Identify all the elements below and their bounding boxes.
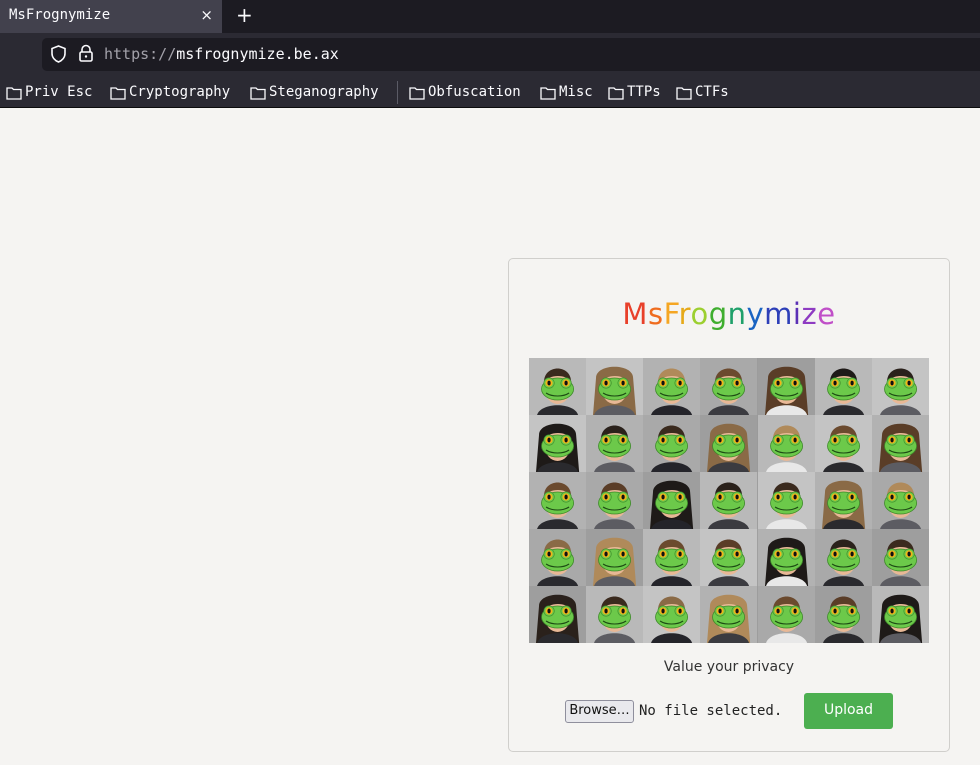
folder-icon	[676, 87, 692, 100]
url-text[interactable]: https://msfrognymize.be.ax	[104, 45, 339, 63]
logo-letter: n	[727, 297, 747, 331]
masked-face-photo	[643, 529, 701, 586]
bookmark-cryptography[interactable]: Cryptography	[110, 83, 230, 103]
bookmarks-separator	[397, 81, 398, 104]
folder-icon	[540, 87, 556, 100]
masked-face-photo	[643, 415, 701, 472]
bookmark-steganography[interactable]: Steganography	[250, 83, 379, 103]
masked-face-photo	[586, 415, 644, 472]
masked-face-photo	[871, 472, 929, 529]
masked-face-photo	[529, 586, 587, 643]
masked-face-photo	[814, 415, 872, 472]
bookmark-label: Obfuscation	[428, 84, 521, 100]
lock-icon[interactable]	[78, 44, 94, 63]
logo-letter: z	[801, 297, 818, 331]
logo-letter: s	[647, 297, 664, 331]
masked-face-photo	[757, 415, 815, 472]
masked-face-photo	[871, 358, 929, 415]
masked-face-photo	[814, 358, 872, 415]
frog-faces-mosaic	[529, 358, 929, 643]
masked-face-photo	[643, 586, 701, 643]
logo-letter: F	[663, 297, 679, 331]
masked-face-photo	[814, 472, 872, 529]
url-bar[interactable]: https://msfrognymize.be.ax	[42, 38, 980, 71]
upload-card: MsFrognymize Value your privacy Browse… …	[508, 258, 950, 752]
browse-button[interactable]: Browse…	[565, 700, 634, 723]
folder-icon	[110, 87, 126, 100]
url-host: msfrognymize.be.ax	[176, 45, 339, 63]
bookmark-label: Steganography	[269, 84, 379, 100]
masked-face-photo	[814, 529, 872, 586]
masked-face-photo	[529, 529, 587, 586]
masked-face-photo	[757, 472, 815, 529]
folder-icon	[6, 87, 22, 100]
bookmark-ctfs[interactable]: CTFs	[676, 83, 729, 103]
masked-face-photo	[757, 529, 815, 586]
bookmark-priv-esc[interactable]: Priv Esc	[6, 83, 92, 103]
masked-face-photo	[700, 529, 758, 586]
close-icon[interactable]: ×	[200, 0, 213, 31]
logo-letter: M	[622, 297, 648, 331]
masked-face-photo	[757, 586, 815, 643]
bookmark-misc[interactable]: Misc	[540, 83, 593, 103]
masked-face-photo	[529, 415, 587, 472]
masked-face-photo	[700, 586, 758, 643]
logo-letter: e	[817, 297, 836, 331]
masked-face-photo	[586, 586, 644, 643]
masked-face-photo	[871, 415, 929, 472]
masked-face-photo	[814, 586, 872, 643]
bookmark-ttps[interactable]: TTPs	[608, 83, 661, 103]
masked-face-photo	[871, 529, 929, 586]
masked-face-photo	[700, 415, 758, 472]
masked-face-photo	[586, 472, 644, 529]
tagline: Value your privacy	[663, 659, 795, 675]
bookmark-obfuscation[interactable]: Obfuscation	[409, 83, 521, 103]
masked-face-photo	[871, 586, 929, 643]
browser-tab[interactable]: MsFrognymize ×	[0, 0, 222, 33]
masked-face-photo	[529, 358, 587, 415]
tab-bar: MsFrognymize × +	[0, 0, 980, 33]
logo-letter: m	[764, 297, 793, 331]
masked-face-photo	[643, 472, 701, 529]
url-protocol: https://	[104, 45, 177, 63]
masked-face-photo	[529, 472, 587, 529]
masked-face-photo	[643, 358, 701, 415]
masked-face-photo	[757, 358, 815, 415]
logo-letter: y	[746, 297, 765, 331]
upload-button[interactable]: Upload	[804, 693, 893, 729]
file-status: No file selected.	[639, 703, 783, 719]
masked-face-photo	[586, 358, 644, 415]
folder-icon	[409, 87, 425, 100]
masked-face-photo	[586, 529, 644, 586]
masked-face-photo	[700, 358, 758, 415]
site-logo: MsFrognymize	[509, 297, 949, 331]
logo-letter: g	[708, 297, 728, 331]
masked-face-photo	[700, 472, 758, 529]
new-tab-icon[interactable]: +	[236, 3, 253, 27]
logo-letter: o	[690, 297, 709, 331]
bookmark-label: Cryptography	[129, 84, 231, 100]
shield-icon[interactable]	[50, 45, 67, 63]
logo-letter: r	[678, 297, 691, 331]
folder-icon	[608, 87, 624, 100]
folder-icon	[250, 87, 266, 100]
tab-title: MsFrognymize	[9, 7, 111, 23]
nav-bar: https://msfrognymize.be.ax	[0, 33, 980, 77]
